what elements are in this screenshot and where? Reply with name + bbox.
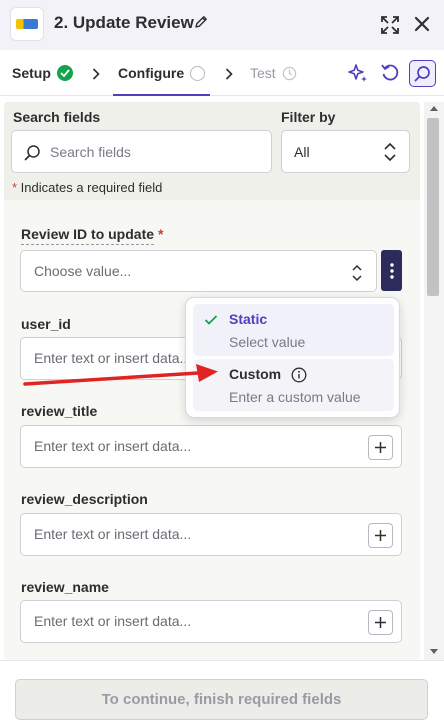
scrollbar-thumb[interactable] [427,118,439,296]
undo-icon[interactable] [379,62,401,84]
updown-chevron-icon [384,142,396,162]
insert-data-button[interactable] [368,435,393,460]
required-star: * [158,226,164,242]
search-fields-label: Search fields [13,109,101,125]
option-custom-title: Custom [229,366,282,382]
insert-data-button[interactable] [368,523,393,548]
filter-by-label: Filter by [281,109,336,125]
review-id-label: Review ID to update * [21,226,164,245]
tab-test[interactable]: Test [250,65,297,81]
option-static-subtitle: Select value [229,334,306,350]
sparkle-icon[interactable] [347,62,369,84]
scroll-up-arrow-icon[interactable] [430,106,438,111]
review-name-placeholder: Enter text or insert data... [34,613,192,629]
scroll-down-arrow-icon[interactable] [430,649,438,654]
footer: To continue, finish required fields [0,660,444,727]
required-note: * Indicates a required field [12,180,163,195]
review-id-select[interactable]: Choose value... [20,250,377,292]
search-toggle-button[interactable] [409,60,436,87]
tab-configure[interactable]: Configure [118,65,206,81]
updown-chevron-icon [352,264,362,282]
header: 2. Update Review [0,0,444,50]
tab-setup-label: Setup [12,65,51,81]
tab-configure-label: Configure [118,65,185,81]
continue-button[interactable]: To continue, finish required fields [15,679,428,720]
scrollbar[interactable] [424,102,444,660]
review-id-placeholder: Choose value... [34,263,132,279]
pending-circle-icon [190,65,206,81]
tab-test-label: Test [250,65,276,81]
review-description-placeholder: Enter text or insert data... [34,526,192,542]
option-custom[interactable]: Custom Enter a custom value [193,359,394,411]
option-custom-subtitle: Enter a custom value [229,389,361,405]
plus-icon [375,530,386,541]
review-title-label: review_title [21,403,98,419]
search-section: Search fields Filter by All * Indicates … [4,102,420,200]
app-logo-icon [10,7,44,41]
review-name-input[interactable]: Enter text or insert data... [20,600,402,643]
chevron-right-icon [92,68,100,80]
option-static[interactable]: Static Select value [193,304,394,356]
search-icon [414,66,430,82]
edit-icon[interactable] [193,14,209,30]
checkmark-icon [204,315,218,325]
plus-icon [375,442,386,453]
chevron-right-icon [225,68,233,80]
review-description-label: review_description [21,491,148,507]
annotation-arrow-icon [23,364,218,386]
tab-setup[interactable]: Setup [12,65,73,81]
review-description-input[interactable]: Enter text or insert data... [20,513,402,556]
insert-data-button[interactable] [368,610,393,635]
check-circle-icon [56,65,73,81]
active-tab-indicator [113,94,210,96]
page-title: 2. Update Review [54,13,194,32]
option-static-title: Static [229,311,268,327]
search-input[interactable] [50,142,260,162]
step-tabs: Setup Configure Test [0,50,444,96]
filter-select[interactable]: All [281,130,410,173]
review-title-input[interactable]: Enter text or insert data... [20,425,402,468]
timer-icon [282,66,296,80]
kebab-menu-icon [389,262,394,279]
plus-icon [375,617,386,628]
close-icon[interactable] [413,15,431,33]
search-input-wrapper [11,130,272,173]
search-icon [24,145,40,161]
user-id-label: user_id [21,316,71,332]
review-name-label: review_name [21,579,109,595]
info-icon[interactable] [291,367,307,383]
expand-icon[interactable] [380,15,400,35]
filter-value: All [294,144,310,160]
value-type-dropdown: Static Select value Custom Enter a custo… [185,297,400,418]
review-title-placeholder: Enter text or insert data... [34,438,192,454]
field-options-button[interactable] [381,250,402,291]
